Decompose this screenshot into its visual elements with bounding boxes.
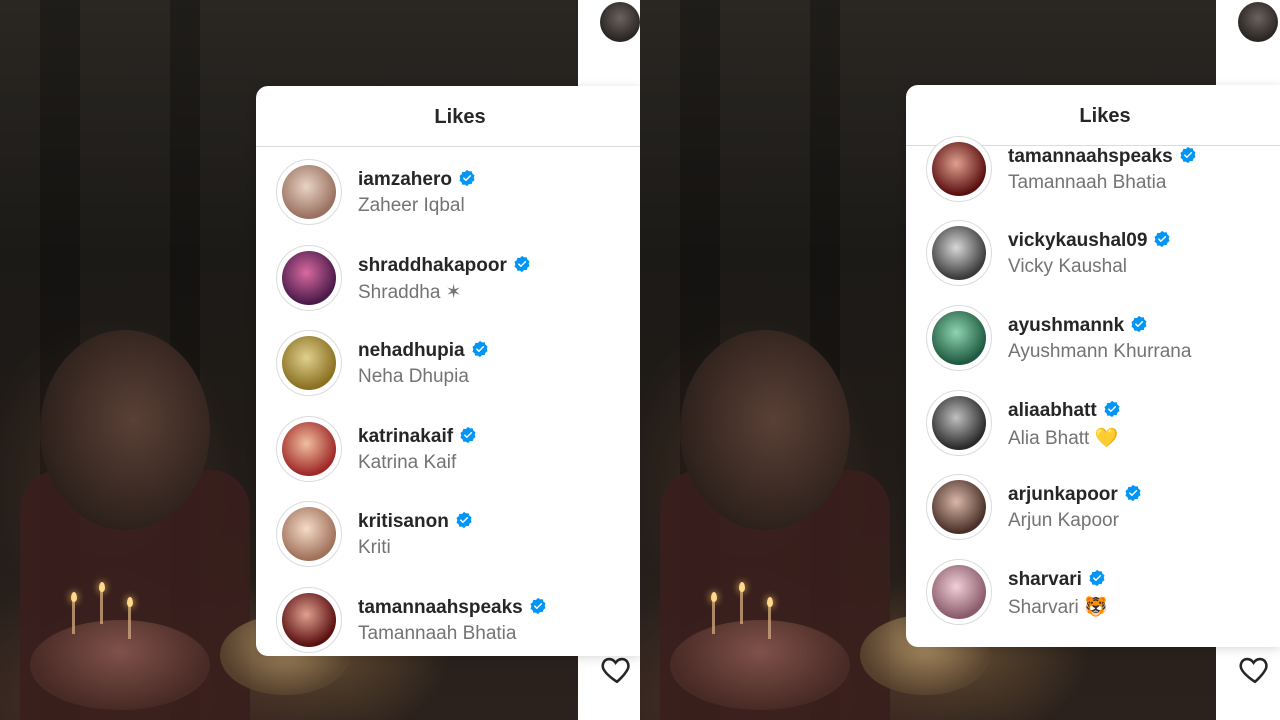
username[interactable]: nehadhupia <box>358 340 465 361</box>
full-name: Tamannaah Bhatia <box>1008 172 1167 193</box>
full-name: Katrina Kaif <box>358 452 457 473</box>
list-item[interactable]: iamzahero Zaheer Iqbal <box>256 153 640 239</box>
full-name: Neha Dhupia <box>358 366 469 387</box>
full-name: Shraddha ✶ <box>358 282 462 303</box>
verified-badge-icon <box>459 169 475 187</box>
verified-badge-icon <box>1131 315 1147 333</box>
heart-icon[interactable] <box>1238 652 1274 688</box>
username[interactable]: vickykaushal09 <box>1008 230 1147 251</box>
username[interactable]: sharvari <box>1008 569 1082 590</box>
avatar[interactable] <box>1238 2 1278 42</box>
verified-badge-icon <box>472 340 488 358</box>
list-item[interactable]: nehadhupia Neha Dhupia <box>256 324 640 410</box>
right-screenshot-panel: Likes tamannaahspeaks Tamannaah Bhatia v… <box>640 0 1280 720</box>
avatar[interactable] <box>276 159 342 225</box>
avatar[interactable] <box>600 2 640 42</box>
verified-badge-icon <box>514 255 530 273</box>
verified-badge-icon <box>1180 146 1196 164</box>
verified-badge-icon <box>460 426 476 444</box>
verified-badge-icon <box>456 511 472 529</box>
verified-badge-icon <box>1154 230 1170 248</box>
likes-modal: Likes tamannaahspeaks Tamannaah Bhatia v… <box>906 85 1280 647</box>
username[interactable]: arjunkapoor <box>1008 484 1118 505</box>
list-item[interactable]: katrinakaif Katrina Kaif <box>256 410 640 496</box>
avatar[interactable] <box>276 245 342 311</box>
verified-badge-icon <box>530 597 546 615</box>
avatar[interactable] <box>276 330 342 396</box>
avatar[interactable] <box>926 390 992 456</box>
list-item[interactable]: tamannaahspeaks Tamannaah Bhatia <box>256 581 640 656</box>
full-name: Sharvari 🐯 <box>1008 597 1108 618</box>
modal-title: Likes <box>1079 105 1131 127</box>
avatar[interactable] <box>926 220 992 286</box>
full-name: Kriti <box>358 537 391 558</box>
list-item[interactable]: sharvari Sharvari 🐯 <box>906 553 1280 639</box>
list-item[interactable]: ayushmannk Ayushmann Khurrana <box>906 299 1280 385</box>
avatar[interactable] <box>276 416 342 482</box>
list-item[interactable]: arjunkapoor Arjun Kapoor <box>906 468 1280 554</box>
modal-header: Likes <box>256 86 640 147</box>
avatar[interactable] <box>926 559 992 625</box>
username[interactable]: iamzahero <box>358 169 452 190</box>
username[interactable]: tamannaahspeaks <box>1008 146 1173 167</box>
username[interactable]: shraddhakapoor <box>358 255 507 276</box>
username[interactable]: aliaabhatt <box>1008 400 1097 421</box>
username[interactable]: kritisanon <box>358 511 449 532</box>
full-name: Vicky Kaushal <box>1008 256 1127 277</box>
avatar[interactable] <box>926 474 992 540</box>
modal-title: Likes <box>434 106 486 128</box>
verified-badge-icon <box>1125 484 1141 502</box>
list-item[interactable]: vickykaushal09 Vicky Kaushal <box>906 214 1280 300</box>
likes-modal: Likes iamzahero Zaheer Iqbal shraddhakap… <box>256 86 640 656</box>
full-name: Zaheer Iqbal <box>358 195 465 216</box>
full-name: Ayushmann Khurrana <box>1008 341 1192 362</box>
list-item[interactable]: shraddhakapoor Shraddha ✶ <box>256 239 640 325</box>
full-name: Alia Bhatt 💛 <box>1008 428 1119 449</box>
avatar[interactable] <box>276 587 342 653</box>
username[interactable]: katrinakaif <box>358 426 453 447</box>
verified-badge-icon <box>1104 400 1120 418</box>
verified-badge-icon <box>1089 569 1105 587</box>
full-name: Tamannaah Bhatia <box>358 623 517 644</box>
avatar[interactable] <box>276 501 342 567</box>
username[interactable]: tamannaahspeaks <box>358 597 523 618</box>
list-item[interactable]: tamannaahspeaks Tamannaah Bhatia <box>906 130 1280 216</box>
left-screenshot-panel: Likes iamzahero Zaheer Iqbal shraddhakap… <box>0 0 640 720</box>
full-name: Arjun Kapoor <box>1008 510 1119 531</box>
heart-icon[interactable] <box>600 652 636 688</box>
list-item[interactable]: kritisanon Kriti <box>256 495 640 581</box>
username[interactable]: ayushmannk <box>1008 315 1124 336</box>
list-item[interactable]: aliaabhatt Alia Bhatt 💛 <box>906 384 1280 470</box>
avatar[interactable] <box>926 136 992 202</box>
avatar[interactable] <box>926 305 992 371</box>
